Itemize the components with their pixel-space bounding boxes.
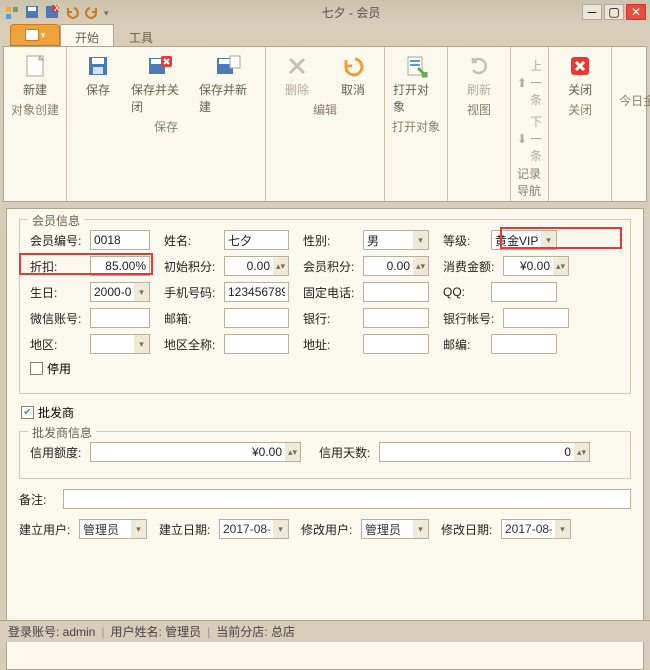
qat-dropdown-icon[interactable]: ▾ [104,4,120,20]
chevron-down-icon[interactable]: ▾ [413,230,429,250]
gender-select[interactable] [363,230,413,250]
minimize-button[interactable]: ─ [582,4,602,20]
wholesaler-info-group: 批发商信息 信用额度: ▴▾ 信用天数: ▴▾ [19,431,631,479]
open-object-button[interactable]: 打开对象 [391,51,441,117]
next-record-button: ⬇下一条 [517,113,542,164]
save-icon [84,53,112,79]
name-input[interactable] [224,230,289,250]
delete-icon [283,53,311,79]
chevron-down-icon[interactable]: ▾ [541,230,557,250]
save-button[interactable]: 保存 [73,51,123,117]
regionfull-input[interactable] [224,334,289,354]
open-icon [402,53,430,79]
tab-start[interactable]: 开始 [60,24,114,46]
region-select[interactable] [90,334,134,354]
delete-button: 删除 [272,51,322,100]
mempts-input[interactable] [363,256,413,276]
arrow-down-icon: ⬇ [517,132,527,146]
qat-saveclose-icon[interactable]: x [44,4,60,20]
createuser-input[interactable] [79,519,131,539]
undo-icon [339,53,367,79]
qat-redo-icon[interactable] [84,4,100,20]
wholesaler-checkbox[interactable]: ✔批发商 [21,404,631,421]
content-panel: 会员信息 会员编号: 姓名: 性别: ▾ 等级: ▾ 折扣: 初始积分: ▴▾ … [6,208,644,670]
window-title: 七夕 - 会员 [120,4,582,21]
chevron-down-icon[interactable]: ▾ [131,519,147,539]
arrow-up-icon: ⬆ [517,76,527,90]
close-button[interactable]: 关闭 [555,51,605,100]
tab-tools[interactable]: 工具 [114,24,168,46]
spinner-icon[interactable]: ▴▾ [413,256,429,276]
spinner-icon[interactable]: ▴▾ [553,256,569,276]
status-account: 登录账号: admin [8,623,95,640]
refresh-button: 刷新 [454,51,504,100]
birth-input[interactable] [90,282,134,302]
bankacc-input[interactable] [503,308,569,328]
remark-input[interactable] [63,489,631,509]
modifyuser-input[interactable] [361,519,413,539]
chevron-down-icon[interactable]: ▾ [134,282,150,302]
discount-input[interactable] [90,256,150,276]
qq-input[interactable] [491,282,557,302]
app-icon [4,4,20,20]
member-info-group: 会员信息 会员编号: 姓名: 性别: ▾ 等级: ▾ 折扣: 初始积分: ▴▾ … [19,219,631,394]
status-bar: 登录账号: admin| 用户姓名: 管理员| 当前分店: 总店 [0,620,650,642]
member-id-input[interactable] [90,230,150,250]
days-input[interactable] [379,442,574,462]
close-window-button[interactable]: ✕ [626,4,646,20]
spinner-icon[interactable]: ▴▾ [273,256,289,276]
save-close-icon [146,53,174,79]
qat-save-icon[interactable] [24,4,40,20]
spend-input[interactable] [503,256,553,276]
level-select[interactable] [491,230,541,250]
new-icon [21,53,49,79]
spinner-icon[interactable]: ▴▾ [574,442,590,462]
bank-input[interactable] [363,308,429,328]
chevron-down-icon[interactable]: ▾ [134,334,150,354]
close-icon [566,53,594,79]
email-input[interactable] [224,308,289,328]
chevron-down-icon[interactable]: ▾ [413,519,429,539]
qat-undo-icon[interactable] [64,4,80,20]
spinner-icon[interactable]: ▴▾ [285,442,301,462]
gold-price-button[interactable] [618,51,650,91]
mobile-input[interactable] [224,282,289,302]
save-new-icon [214,53,242,79]
svg-text:x: x [54,4,60,14]
save-close-button[interactable]: 保存并关闭 [129,51,191,117]
createdate-input[interactable] [219,519,273,539]
app-menu-button[interactable]: ▾ [10,24,60,46]
prev-record-button: ⬆上一条 [517,57,542,108]
credit-input[interactable] [90,442,285,462]
chevron-down-icon[interactable]: ▾ [273,519,289,539]
wechat-input[interactable] [90,308,150,328]
maximize-button[interactable]: ▢ [604,4,624,20]
addr-input[interactable] [363,334,429,354]
ribbon: 新建 对象创建 保存 保存并关闭 保存并新建 保存 删除 [3,46,647,202]
cancel-button[interactable]: 取消 [328,51,378,100]
refresh-icon [465,53,493,79]
status-username: 用户姓名: 管理员 [110,623,201,640]
modifydate-input[interactable] [501,519,555,539]
status-store: 当前分店: 总店 [216,623,295,640]
zip-input[interactable] [491,334,557,354]
save-new-button[interactable]: 保存并新建 [197,51,259,117]
chevron-down-icon[interactable]: ▾ [555,519,571,539]
disabled-checkbox[interactable]: 停用 [30,360,71,377]
tel-input[interactable] [363,282,429,302]
new-button[interactable]: 新建 [10,51,60,100]
initpts-input[interactable] [224,256,273,276]
